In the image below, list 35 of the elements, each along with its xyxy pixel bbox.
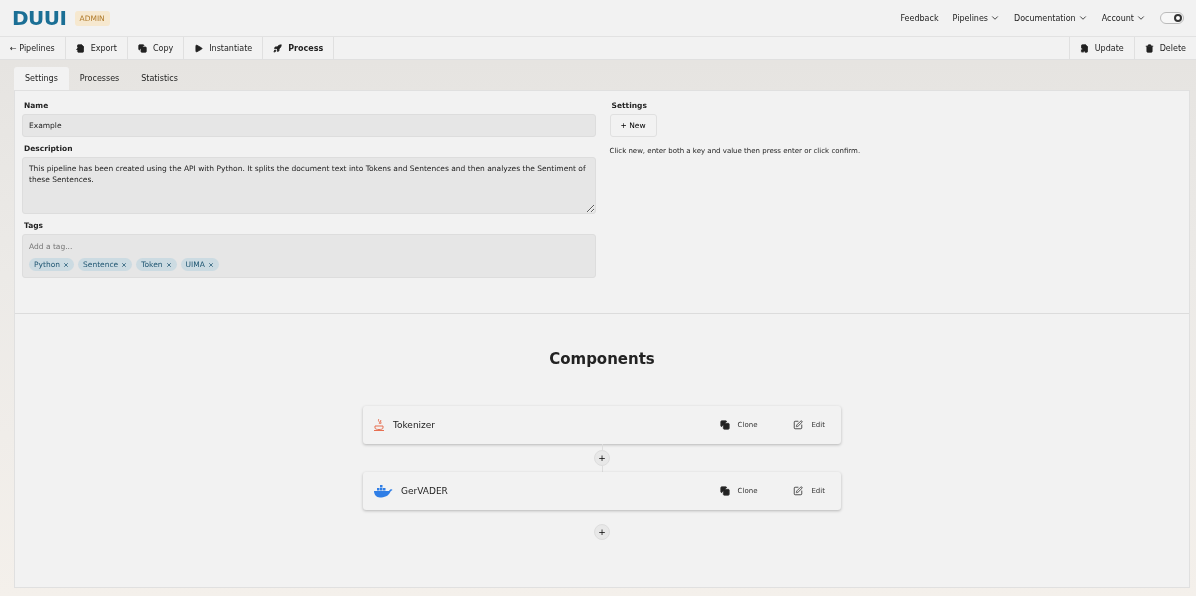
copy-icon: [719, 420, 730, 430]
coffee-cup-icon: [373, 418, 385, 432]
close-icon: [63, 261, 69, 268]
tab[interactable]: Statistics: [130, 67, 189, 90]
edit-icon: [793, 486, 804, 496]
chevron-icon: [990, 13, 1000, 23]
component-name: GerVADER: [401, 486, 448, 496]
logo[interactable]: DUUI: [12, 6, 67, 30]
component-name: Tokenizer: [393, 420, 436, 430]
toolbar-button[interactable]: Update: [1068, 37, 1134, 59]
toolbar-button[interactable]: Process: [263, 37, 335, 59]
chevron-icon: [1136, 13, 1146, 23]
nav-link[interactable]: Pipelines: [952, 13, 1000, 23]
nav-link[interactable]: Documentation: [1014, 13, 1088, 23]
toolbar-button[interactable]: Instantiate: [184, 37, 264, 59]
add-button[interactable]: +: [594, 450, 610, 466]
toolbar-button[interactable]: Copy: [127, 37, 185, 59]
section-title: Components: [549, 350, 655, 368]
toolbar-button[interactable]: ← Pipelines: [0, 37, 66, 59]
theme-toggle[interactable]: [1160, 12, 1184, 24]
close-icon: [207, 261, 214, 268]
copy-icon: [719, 486, 730, 496]
close-icon: [165, 261, 172, 268]
tab[interactable]: Processes: [68, 67, 131, 90]
whale-icon: [373, 484, 393, 498]
tab[interactable]: Settings: [14, 67, 69, 90]
chevron-icon: [1077, 13, 1088, 23]
add-button[interactable]: +: [594, 524, 610, 540]
edit-icon: [793, 420, 804, 430]
close-icon: [121, 261, 128, 268]
toolbar-button[interactable]: Delete: [1133, 37, 1196, 59]
nav-link[interactable]: Feedback: [900, 13, 939, 23]
trash-icon: [1144, 43, 1154, 53]
nav-link[interactable]: Account: [1101, 13, 1146, 23]
toolbar-button[interactable]: Export: [65, 37, 128, 59]
